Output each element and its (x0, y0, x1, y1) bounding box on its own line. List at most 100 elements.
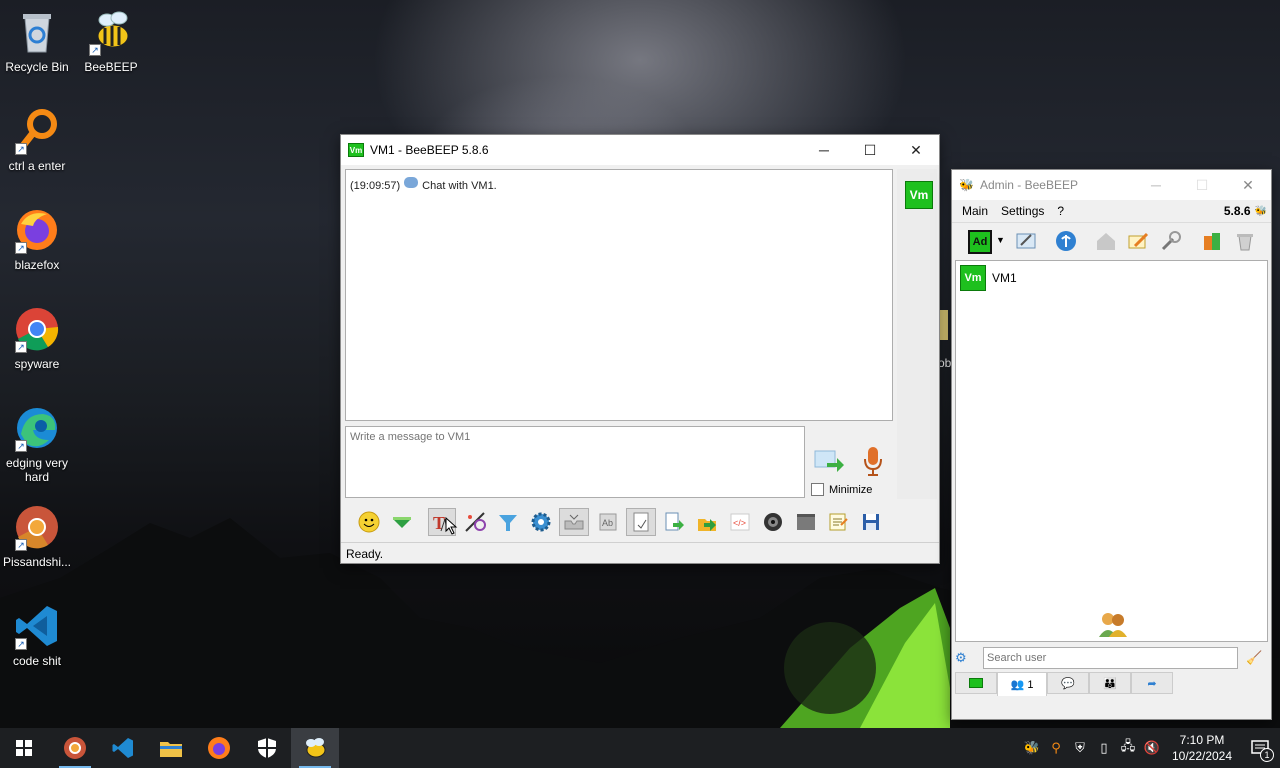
write-icon[interactable] (1124, 227, 1152, 255)
settings-gear-icon[interactable] (527, 508, 555, 536)
clear-icon[interactable] (792, 508, 820, 536)
message-input[interactable] (345, 426, 805, 498)
tray-volume-muted-icon[interactable]: 🔇 (1140, 740, 1164, 756)
menu-help[interactable]: ? (1057, 204, 1064, 218)
clear-search-icon[interactable]: 🧹 (1246, 650, 1262, 666)
shortcut-arrow-icon: ↗ (15, 242, 27, 254)
taskbar-vscode[interactable] (99, 728, 147, 768)
desktop-icon-recycle-bin[interactable]: Recycle Bin (0, 8, 74, 74)
inbox-icon[interactable] (559, 508, 589, 536)
desktop-icon-ctrl-a-enter[interactable]: ↗ ctrl a enter (0, 107, 74, 173)
admin-window[interactable]: 🐝 Admin - BeeBEEP ─ ☐ ✕ Main Settings ? … (951, 169, 1272, 720)
page-icon[interactable] (626, 508, 656, 536)
tray-usb-icon[interactable]: ▯ (1092, 740, 1116, 756)
save-icon[interactable] (857, 508, 885, 536)
desktop-icon-blazefox[interactable]: ↗ blazefox (0, 206, 74, 272)
groups-icon: 👪 (1103, 677, 1117, 690)
avatar-dropdown-icon[interactable]: ▼ (996, 235, 1005, 245)
tray-network-icon[interactable]: 🖧 (1116, 737, 1140, 759)
status-text: Ready. (346, 547, 384, 561)
admin-minimize-button[interactable]: ─ (1133, 170, 1179, 200)
font-color-icon[interactable] (388, 508, 416, 536)
emoticon-icon[interactable] (355, 508, 383, 536)
user-list-item[interactable]: Vm VM1 (960, 265, 1017, 291)
taskbar-chrome-canary[interactable] (51, 728, 99, 768)
maximize-button[interactable]: ☐ (847, 135, 893, 165)
camera-icon[interactable] (759, 508, 787, 536)
chat-window[interactable]: Vm VM1 - BeeBEEP 5.8.6 ─ ☐ ✕ (19:09:57) … (340, 134, 940, 564)
minimize-button[interactable]: ─ (801, 135, 847, 165)
tab-files[interactable]: ➦ (1131, 672, 1173, 694)
admin-maximize-button[interactable]: ☐ (1179, 170, 1225, 200)
desktop-icon-label: Recycle Bin (5, 60, 69, 74)
search-user-input[interactable] (983, 647, 1238, 669)
taskbar-security[interactable] (243, 728, 291, 768)
tab-users[interactable]: 👥 1 (997, 672, 1047, 696)
chat-history-panel[interactable]: (19:09:57) Chat with VM1. (345, 169, 893, 421)
shortcut-arrow-icon: ↗ (15, 341, 27, 353)
desktop-icon-label: ctrl a enter (8, 159, 66, 173)
close-button[interactable]: ✕ (893, 135, 939, 165)
admin-titlebar[interactable]: 🐝 Admin - BeeBEEP ─ ☐ ✕ (952, 170, 1271, 200)
system-tray: 🐝 ⚲ ⛨ ▯ 🖧 🔇 7:10 PM 10/22/2024 1 (1020, 728, 1280, 768)
message-time: (19:09:57) (350, 180, 401, 192)
tab-chat-list[interactable] (955, 672, 997, 694)
chat-titlebar[interactable]: Vm VM1 - BeeBEEP 5.8.6 ─ ☐ ✕ (341, 135, 939, 165)
tab-groups[interactable]: 👪 (1089, 672, 1131, 694)
menu-main[interactable]: Main (962, 204, 988, 218)
minimize-checkbox-label: Minimize (829, 483, 873, 496)
member-avatar-vm1[interactable]: Vm (905, 181, 933, 209)
user-list-panel[interactable]: Vm VM1 (955, 260, 1268, 642)
shortcut-arrow-icon: ↗ (15, 143, 27, 155)
desktop-icon-pissandshi[interactable]: ↗ Pissandshi... (0, 503, 74, 569)
palette-icon[interactable] (461, 508, 489, 536)
shortcut-arrow-icon: ↗ (15, 638, 27, 650)
desktop-icon-code-shit[interactable]: ↗ code shit (0, 602, 74, 668)
trash-icon[interactable] (1231, 227, 1259, 255)
edge-icon: ↗ (13, 404, 61, 452)
home-icon[interactable] (1092, 227, 1120, 255)
version-label: 5.8.6 (1223, 204, 1251, 218)
taskbar-file-explorer[interactable] (147, 728, 195, 768)
shortcut-arrow-icon: ↗ (89, 44, 101, 56)
notification-center-button[interactable]: 1 (1240, 728, 1280, 768)
file-send-icon[interactable] (660, 508, 688, 536)
send-message-icon[interactable] (813, 447, 845, 475)
admin-window-title: Admin - BeeBEEP (979, 178, 1078, 192)
tools-icon[interactable] (1157, 227, 1185, 255)
folder-share-icon[interactable] (693, 508, 721, 536)
network-icon[interactable] (1052, 227, 1080, 255)
admin-close-button[interactable]: ✕ (1225, 170, 1271, 200)
search-settings-icon[interactable]: ⚙ (955, 650, 975, 666)
plugin-icon[interactable] (1198, 227, 1226, 255)
tray-security-icon[interactable]: ⛨ (1068, 740, 1092, 756)
filter-icon[interactable] (494, 508, 522, 536)
microphone-icon[interactable] (861, 445, 885, 477)
edit-profile-icon[interactable] (1012, 227, 1040, 255)
chat-bubble-icon (404, 176, 419, 188)
user-avatar-ad[interactable]: Ad (968, 230, 992, 254)
taskbar-clock[interactable]: 7:10 PM 10/22/2024 (1164, 732, 1240, 764)
desktop-icon-beebeep[interactable]: ↗ BeeBEEP (74, 8, 148, 74)
user-name: VM1 (992, 271, 1017, 285)
taskbar: 🐝 ⚲ ⛨ ▯ 🖧 🔇 7:10 PM 10/22/2024 1 (0, 728, 1280, 768)
minimize-checkbox[interactable] (811, 483, 824, 496)
taskbar-beebeep[interactable] (291, 728, 339, 768)
desktop-icon-spyware[interactable]: ↗ spyware (0, 305, 74, 371)
shortcut-arrow-icon: ↗ (15, 539, 27, 551)
start-button[interactable] (0, 728, 48, 768)
chrome-canary-icon: ↗ (13, 503, 61, 551)
desktop-icon-edging-very-hard[interactable]: ↗ edging very hard (0, 404, 74, 484)
tab-chats[interactable]: 💬 (1047, 672, 1089, 694)
tray-beebeep-icon[interactable]: 🐝 (1020, 740, 1044, 756)
minimize-checkbox-row[interactable]: Minimize (811, 483, 872, 496)
tray-search-orange-icon[interactable]: ⚲ (1044, 740, 1068, 756)
spell-icon[interactable]: Ab (594, 508, 622, 536)
desktop-icon-label: edging very hard (5, 456, 69, 484)
notes-icon[interactable] (824, 508, 852, 536)
shield-icon (258, 738, 276, 758)
files-icon: ➦ (1147, 677, 1157, 690)
code-icon[interactable]: </> (726, 508, 754, 536)
menu-settings[interactable]: Settings (1001, 204, 1044, 218)
taskbar-firefox[interactable] (195, 728, 243, 768)
